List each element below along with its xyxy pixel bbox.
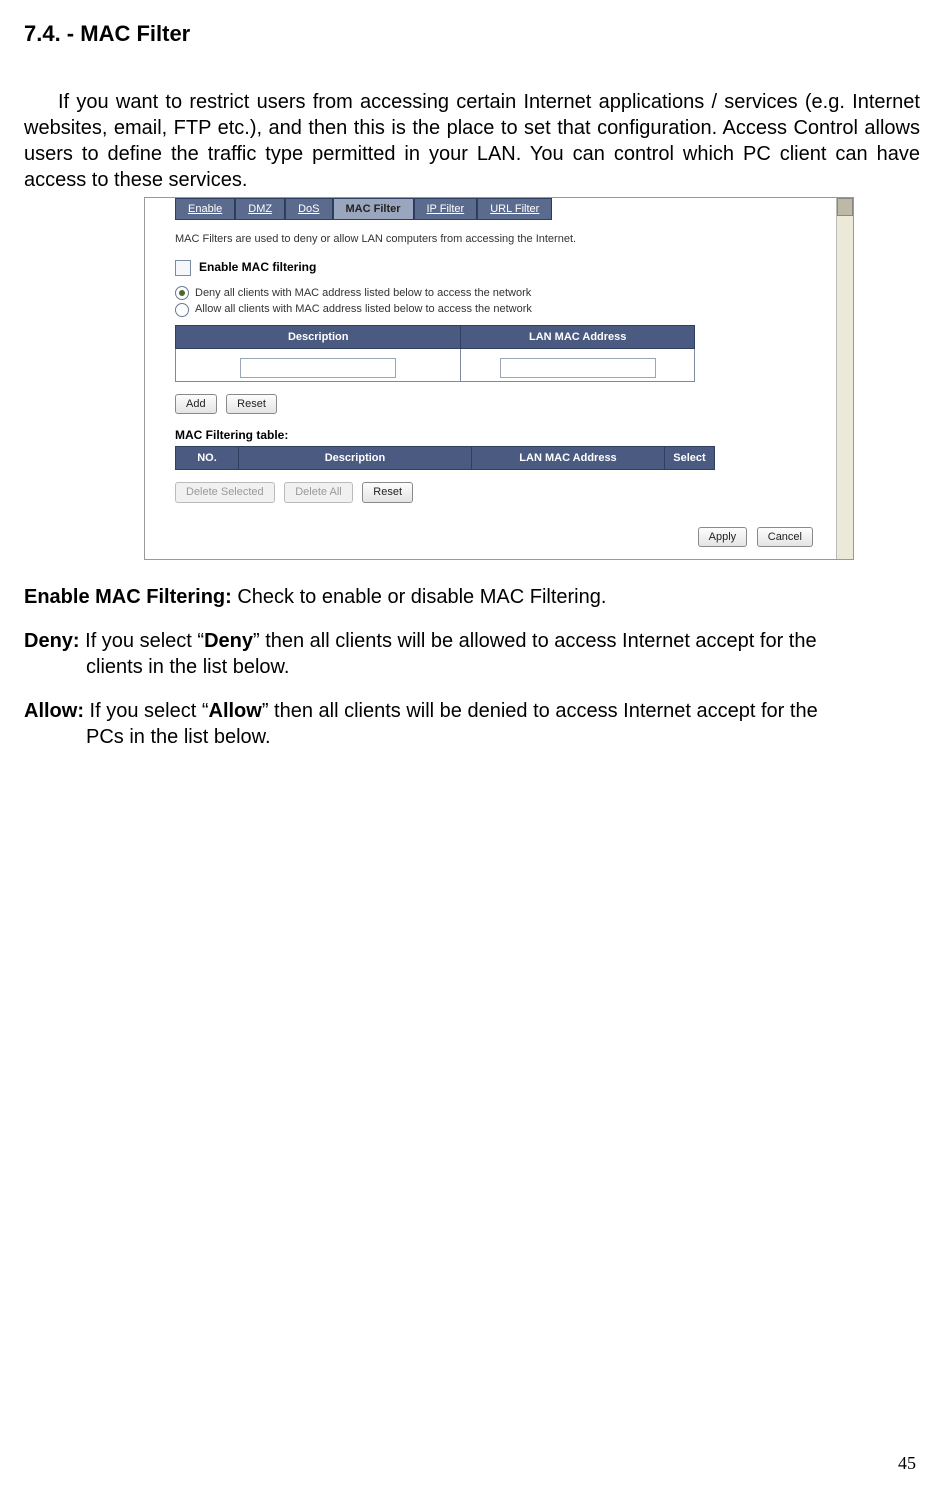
- tab-enable[interactable]: Enable: [175, 198, 235, 220]
- delete-selected-button[interactable]: Delete Selected: [175, 482, 275, 502]
- tab-ip-filter[interactable]: IP Filter: [414, 198, 478, 220]
- tab-mac-filter[interactable]: MAC Filter: [333, 198, 414, 220]
- term-allow: Allow:: [24, 700, 84, 722]
- radio-deny-label: Deny all clients with MAC address listed…: [195, 286, 531, 300]
- filter-table-title: MAC Filtering table:: [175, 428, 837, 444]
- scrollbar-thumb[interactable]: [837, 198, 853, 216]
- definition-enable: Enable MAC Filtering: Check to enable or…: [24, 584, 920, 610]
- radio-allow-label: Allow all clients with MAC address liste…: [195, 302, 532, 316]
- reset2-button[interactable]: Reset: [362, 482, 413, 502]
- definition-deny: Deny: If you select “Deny” then all clie…: [24, 628, 920, 680]
- mac-filter-table: NO. Description LAN MAC Address Select: [175, 446, 715, 470]
- section-heading: 7.4. - MAC Filter: [24, 20, 920, 49]
- col-description: Description: [176, 325, 461, 348]
- radio-deny[interactable]: [175, 286, 189, 300]
- page-number: 45: [898, 1452, 916, 1475]
- delete-all-button[interactable]: Delete All: [284, 482, 352, 502]
- router-config-screenshot: Enable DMZ DoS MAC Filter IP Filter URL …: [144, 197, 854, 560]
- filter-description: MAC Filters are used to deny or allow LA…: [175, 232, 837, 246]
- col-desc2: Description: [239, 446, 472, 469]
- col-no: NO.: [176, 446, 239, 469]
- cancel-button[interactable]: Cancel: [757, 527, 813, 547]
- reset-button[interactable]: Reset: [226, 394, 277, 414]
- intro-paragraph: If you want to restrict users from acces…: [24, 89, 920, 193]
- term-enable: Enable MAC Filtering:: [24, 586, 232, 608]
- enable-mac-filtering-label: Enable MAC filtering: [199, 260, 316, 276]
- tab-bar: Enable DMZ DoS MAC Filter IP Filter URL …: [175, 198, 837, 220]
- apply-button[interactable]: Apply: [698, 527, 748, 547]
- tab-url-filter[interactable]: URL Filter: [477, 198, 552, 220]
- definition-allow: Allow: If you select “Allow” then all cl…: [24, 698, 920, 750]
- col-mac2: LAN MAC Address: [472, 446, 665, 469]
- scrollbar[interactable]: [836, 198, 853, 559]
- term-deny: Deny:: [24, 630, 80, 652]
- col-select: Select: [665, 446, 715, 469]
- mac-input-table: Description LAN MAC Address: [175, 325, 695, 382]
- radio-allow[interactable]: [175, 303, 189, 317]
- lan-mac-input[interactable]: [500, 358, 656, 378]
- col-lan-mac: LAN MAC Address: [461, 325, 695, 348]
- enable-mac-filtering-checkbox[interactable]: [175, 260, 191, 276]
- description-input[interactable]: [240, 358, 396, 378]
- add-button[interactable]: Add: [175, 394, 217, 414]
- tab-dmz[interactable]: DMZ: [235, 198, 285, 220]
- tab-dos[interactable]: DoS: [285, 198, 332, 220]
